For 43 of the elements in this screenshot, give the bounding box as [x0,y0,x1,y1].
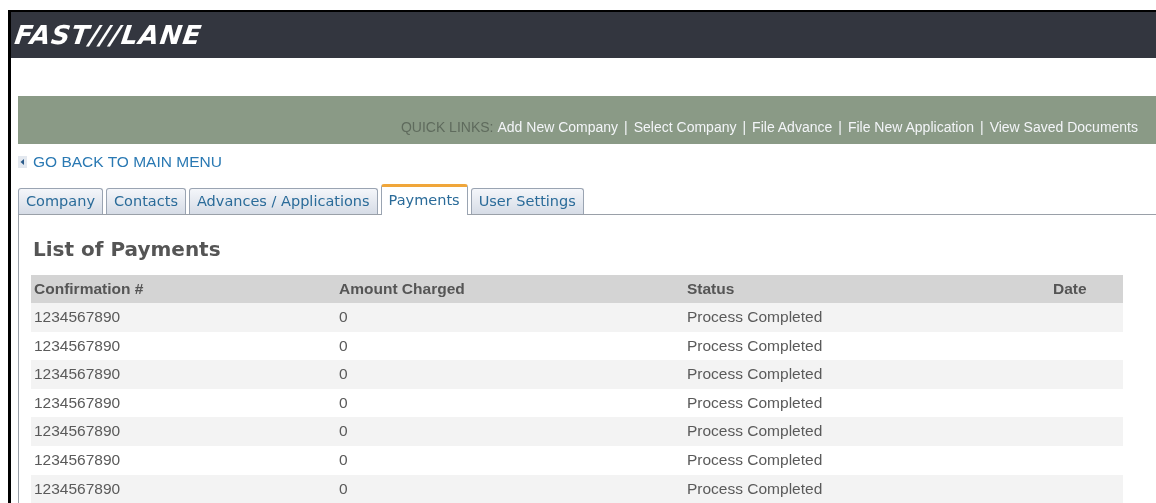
table-cell-text: 1234567890 [34,335,122,356]
quick-link[interactable]: Add New Company [497,119,619,135]
table-cell-text: 1234567890 [34,478,122,499]
table-cell-text: Process Completed [687,449,824,470]
quick-link[interactable]: View Saved Documents [989,119,1138,135]
table-cell-text: 0 [339,449,349,470]
table-cell-text: 1234567890 [34,421,122,442]
table-cell-text: 0 [339,335,349,356]
table-cell-text: 1234567890 [34,364,122,385]
link-separator: | [742,119,747,135]
back-link[interactable]: GO BACK TO MAIN MENU [33,153,222,171]
column-header: Confirmation # [34,279,145,299]
table-cell-text: Process Completed [687,392,824,413]
table-cell-text: 1234567890 [34,392,122,413]
column-header: Amount Charged [339,279,466,299]
section-title: List of Payments [33,237,222,261]
table-cell-text: Process Completed [687,478,824,499]
column-header: Date [1053,279,1088,299]
tab[interactable]: Company [18,188,103,214]
table-cell-text: 1234567890 [34,307,122,327]
tab[interactable]: Advances / Applications [188,188,378,214]
link-separator: | [980,119,984,135]
back-arrow-icon [18,156,27,168]
quick-link[interactable]: File New Application [847,119,974,135]
table-cell-text: Process Completed [687,421,824,442]
link-separator: | [838,119,842,135]
link-separator: | [624,119,628,135]
table-cell-text: 0 [339,392,349,413]
table-cell-text: 0 [339,421,349,442]
table-cell-text: 0 [339,307,349,327]
quick-link[interactable]: File Advance [752,119,833,135]
logo: FAST///LANE [13,22,204,48]
table-cell-text: 1234567890 [34,449,122,470]
table-cell-text: Process Completed [687,307,824,327]
tab[interactable]: User Settings [470,188,584,214]
table-cell-text: Process Completed [687,364,824,385]
tab[interactable]: Payments [380,184,468,215]
tab[interactable]: Contacts [106,188,186,214]
quick-link[interactable]: Select Company [633,119,737,135]
table-cell-text: 0 [339,364,349,385]
table-cell-text: Process Completed [687,335,824,356]
table-cell-text: 0 [339,478,349,499]
column-header: Status [687,279,736,299]
